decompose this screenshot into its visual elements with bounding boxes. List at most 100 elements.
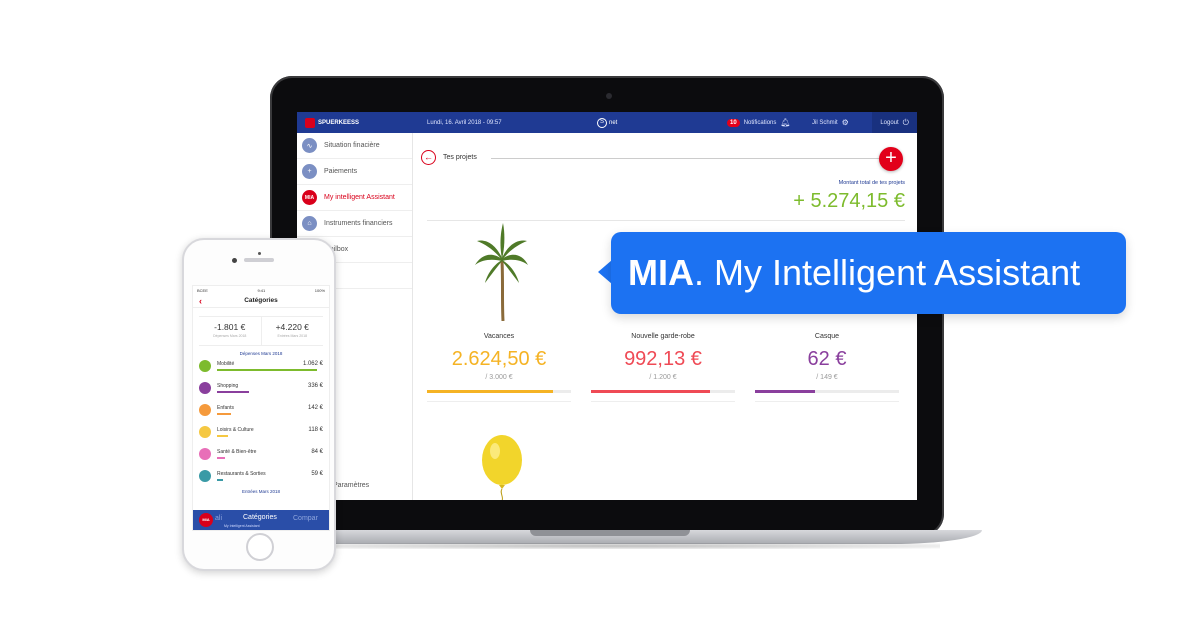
tab-categories[interactable]: Catégories [243, 514, 277, 521]
child-icon [199, 404, 211, 416]
shopping-bag-icon [199, 382, 211, 394]
sidebar-item-settings[interactable]: Paramètres [333, 482, 369, 489]
date-time: Lundi, 16. Avril 2018 - 09:57 [427, 119, 502, 126]
plus-icon: + [302, 164, 317, 179]
list-item[interactable]: Santé & Bien-être 84 € [199, 444, 323, 466]
sidebar-item-paiements[interactable]: + Paiements [297, 159, 412, 185]
list-item[interactable]: Loisirs & Culture 118 € [199, 422, 323, 444]
mia-button[interactable]: MIA [199, 513, 213, 527]
expenses-summary[interactable]: -1.801 € Dépenses Mars 2018 [199, 317, 261, 345]
gear-icon: ⚙ [841, 118, 849, 127]
category-bar [217, 457, 225, 459]
snet-logo[interactable]: S net [597, 117, 727, 128]
project-amount: 2.624,50 € [451, 348, 547, 370]
category-bar [217, 369, 317, 371]
total-value: + 5.274,15 € [793, 190, 905, 212]
mia-speech-bubble: MIA. My Intelligent Assistant [611, 232, 1126, 314]
phone-screen: BCEE 9:41 100% ‹ Catégories -1.801 € Dép… [192, 285, 330, 531]
status-bar: BCEE 9:41 100% [193, 286, 329, 294]
palm-tree-image [475, 223, 528, 321]
category-bar [217, 391, 249, 393]
snet-label: net [609, 119, 618, 126]
brand[interactable]: SPUERKEESS [297, 117, 427, 128]
project-name: Vacances [483, 333, 515, 340]
notifications-label: Notifications [743, 119, 777, 126]
category-bar [217, 435, 228, 437]
tab-bar: MIA ali Catégories Compar My Intelligent… [193, 510, 329, 530]
tab-compare[interactable]: Compar [293, 515, 318, 522]
bell-icon: 🔔︎ [780, 118, 791, 127]
category-name: Santé & Bien-être [217, 449, 257, 455]
sidebar-item-mia[interactable]: MIA My intelligent Assistant [297, 185, 412, 211]
top-bar: SPUERKEESS Lundi, 16. Avril 2018 - 09:57… [297, 112, 917, 133]
category-name: Loisirs & Culture [217, 427, 254, 433]
section-label: Entrées Mars 2018 [241, 489, 281, 494]
tab-previous[interactable]: ali [215, 515, 222, 522]
project-card-garde-robe[interactable]: Nouvelle garde-robe 992,13 € / 1.200 € [591, 333, 735, 402]
month-summary: -1.801 € Dépenses Mars 2018 +4.220 € Ent… [199, 316, 323, 346]
category-amount: 59 € [311, 471, 323, 477]
phone-speaker [244, 258, 274, 262]
list-item[interactable]: Mobilité 1.062 € [199, 356, 323, 378]
page-title: Tes projets [443, 154, 477, 161]
laptop-shadow [280, 543, 940, 549]
marketing-banner: SPUERKEESS Lundi, 16. Avril 2018 - 09:57… [0, 0, 1200, 628]
total-label: Montant total de tes projets [838, 180, 905, 186]
category-list: Mobilité 1.062 € Shopping 336 € Enfants … [193, 356, 329, 488]
logout-label: Logout [880, 119, 899, 126]
home-button[interactable] [246, 533, 274, 561]
list-item[interactable]: Shopping 336 € [199, 378, 323, 400]
income-summary[interactable]: +4.220 € Entrées Mars 2018 [260, 317, 324, 345]
sidebar-item-situation[interactable]: ∿ Situation finacière [297, 133, 412, 159]
project-card-casque[interactable]: Casque 62 € / 149 € [755, 333, 899, 402]
carrier: BCEE [197, 288, 208, 293]
category-name: Enfants [217, 405, 234, 411]
cutlery-icon [199, 470, 211, 482]
sidebar-item-label: Situation finacière [324, 142, 380, 149]
notifications-button[interactable]: 10 Notifications 🔔︎ [727, 118, 812, 127]
summary-label: Dépenses Mars 2018 [213, 334, 247, 338]
back-chevron-icon[interactable]: ‹ [199, 294, 202, 308]
power-icon: ⏻ [902, 117, 909, 127]
category-amount: 84 € [311, 449, 323, 455]
brand-name: SPUERKEESS [318, 119, 360, 126]
card-divider [591, 401, 735, 402]
mia-label: My Intelligent Assistant [224, 524, 260, 528]
user-menu[interactable]: Jil Schmit ⚙ [812, 118, 867, 127]
sidebar-item-label: My intelligent Assistant [324, 194, 395, 201]
list-item[interactable]: Restaurants & Sorties 59 € [199, 466, 323, 488]
category-amount: 1.062 € [302, 361, 323, 367]
balloon-image [482, 435, 522, 500]
list-item[interactable]: Enfants 142 € [199, 400, 323, 422]
card-divider [427, 401, 571, 402]
project-target: / 3.000 € [485, 374, 513, 381]
category-amount: 142 € [307, 405, 323, 411]
category-amount: 118 € [308, 427, 323, 433]
phone-camera [232, 258, 237, 263]
back-arrow-icon[interactable]: ← [421, 150, 436, 165]
project-amount: 992,13 € [624, 348, 702, 370]
battery: 100% [314, 288, 325, 293]
category-bar [217, 413, 231, 415]
project-name: Casque [814, 333, 840, 340]
health-icon [199, 448, 211, 460]
category-amount: 336 € [307, 383, 323, 389]
add-project-button[interactable]: + [879, 147, 903, 171]
progress-fill [591, 390, 711, 393]
progress-fill [427, 390, 553, 393]
project-target: / 149 € [816, 374, 838, 381]
laptop-camera [606, 93, 612, 99]
projects-panel: ← Tes projets + Montant total de tes pro… [413, 133, 917, 500]
progress-fill [755, 390, 815, 393]
card-divider [755, 401, 899, 402]
project-card-vacances[interactable]: Vacances 2.624,50 € / 3.000 € [427, 333, 571, 402]
title-divider [491, 158, 879, 159]
summary-value: +4.220 € [275, 322, 309, 332]
logout-button[interactable]: Logout ⏻ [872, 112, 917, 133]
bank-icon: ⌂ [302, 216, 317, 231]
category-bar [217, 479, 223, 481]
sidebar-item-instruments[interactable]: ⌂ Instruments financiers [297, 211, 412, 237]
progress-bar [427, 390, 571, 393]
mia-icon: MIA [302, 190, 317, 205]
category-name: Restaurants & Sorties [217, 471, 266, 477]
